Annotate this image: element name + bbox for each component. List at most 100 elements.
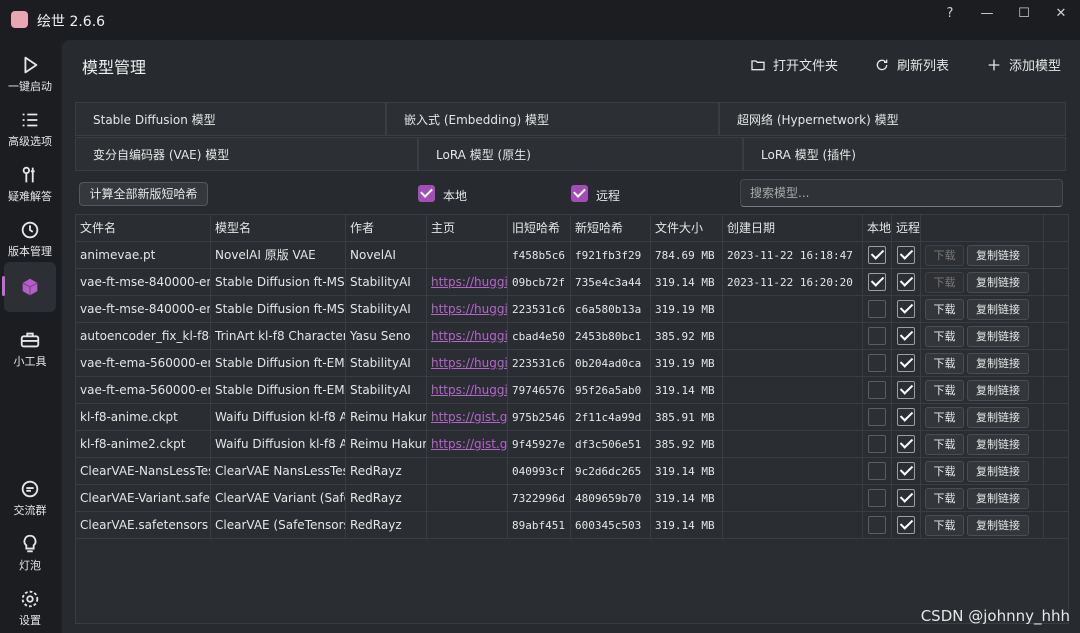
remote-checkbox[interactable] bbox=[897, 408, 915, 426]
cell-home[interactable]: https://huggingface.co bbox=[427, 323, 508, 350]
col-header[interactable]: 主页 bbox=[427, 215, 508, 242]
remote-checkbox[interactable] bbox=[897, 435, 915, 453]
local-checkbox[interactable] bbox=[868, 462, 886, 480]
nav-version-management[interactable]: 版本管理 bbox=[0, 211, 60, 263]
cell-file: ClearVAE-NansLessTest.safetensors bbox=[76, 458, 211, 485]
cell-home[interactable]: https://gist.github.com bbox=[427, 404, 508, 431]
remote-checkbox[interactable] bbox=[897, 462, 915, 480]
remote-checkbox[interactable] bbox=[897, 489, 915, 507]
copy-link-button[interactable]: 复制链接 bbox=[967, 245, 1029, 266]
cell-file: kl-f8-anime2.ckpt bbox=[76, 431, 211, 458]
remote-checkbox[interactable] bbox=[897, 354, 915, 372]
download-button[interactable]: 下载 bbox=[925, 299, 964, 320]
copy-link-button[interactable]: 复制链接 bbox=[967, 515, 1029, 536]
download-button[interactable]: 下载 bbox=[925, 326, 964, 347]
download-button[interactable]: 下载 bbox=[925, 407, 964, 428]
cell-old: 223531c6 bbox=[508, 296, 571, 323]
download-button[interactable]: 下载 bbox=[925, 434, 964, 455]
download-button[interactable]: 下载 bbox=[925, 353, 964, 374]
cell-new: 2f11c4a99d bbox=[571, 404, 651, 431]
cell-home[interactable]: https://huggingface.co bbox=[427, 377, 508, 404]
col-header[interactable]: 文件名 bbox=[76, 215, 211, 242]
nav-troubleshoot[interactable]: 疑难解答 bbox=[0, 156, 60, 208]
copy-link-button[interactable]: 复制链接 bbox=[967, 299, 1029, 320]
col-header[interactable]: 新短哈希 bbox=[571, 215, 651, 242]
cell-home[interactable]: https://gist.github.com bbox=[427, 431, 508, 458]
local-checkbox[interactable] bbox=[868, 327, 886, 345]
local-checkbox[interactable] bbox=[868, 408, 886, 426]
local-checkbox[interactable] bbox=[868, 435, 886, 453]
download-button[interactable]: 下载 bbox=[925, 380, 964, 401]
cell-model: Stable Diffusion ft-EMA VAE bbox=[211, 377, 346, 404]
download-button[interactable]: 下载 bbox=[925, 515, 964, 536]
tab-lora-native[interactable]: LoRA 模型 (原生) bbox=[418, 137, 743, 171]
nav-tools[interactable]: 小工具 bbox=[0, 321, 60, 373]
cell-local bbox=[863, 269, 892, 296]
close-button[interactable]: ✕ bbox=[1046, 4, 1076, 24]
history-icon bbox=[21, 221, 39, 239]
search-input[interactable] bbox=[740, 179, 1063, 207]
remote-checkbox[interactable] bbox=[897, 273, 915, 291]
col-header[interactable]: 模型名 bbox=[211, 215, 346, 242]
cell-local bbox=[863, 242, 892, 269]
cell-home[interactable]: https://huggingface.co bbox=[427, 350, 508, 377]
tab-vae[interactable]: 变分自编码器 (VAE) 模型 bbox=[75, 137, 418, 171]
add-model-button[interactable]: 添加模型 bbox=[986, 55, 1061, 74]
col-header[interactable]: 旧短哈希 bbox=[508, 215, 571, 242]
copy-link-button[interactable]: 复制链接 bbox=[967, 407, 1029, 428]
nav-quick-launch[interactable]: 一键启动 bbox=[0, 46, 60, 98]
tab-hypernetwork[interactable]: 超网络 (Hypernetwork) 模型 bbox=[719, 102, 1066, 136]
copy-link-button[interactable]: 复制链接 bbox=[967, 353, 1029, 374]
cell-home[interactable]: https://huggingface.co bbox=[427, 269, 508, 296]
col-header[interactable]: 本地 bbox=[863, 215, 892, 242]
compute-hash-button[interactable]: 计算全部新版短哈希 bbox=[79, 182, 208, 206]
maximize-button[interactable]: ☐ bbox=[1009, 4, 1039, 24]
tools-icon bbox=[22, 166, 35, 183]
copy-link-button[interactable]: 复制链接 bbox=[967, 272, 1029, 293]
remote-checkbox[interactable] bbox=[897, 300, 915, 318]
local-checkbox[interactable] bbox=[868, 300, 886, 318]
cell-size: 784.69 MB bbox=[651, 242, 723, 269]
col-header[interactable]: 远程 bbox=[892, 215, 921, 242]
remote-checkbox[interactable] bbox=[571, 185, 588, 202]
remote-checkbox[interactable] bbox=[897, 381, 915, 399]
copy-link-button[interactable]: 复制链接 bbox=[967, 380, 1029, 401]
minimize-button[interactable]: — bbox=[972, 4, 1002, 24]
local-checkbox[interactable] bbox=[868, 246, 886, 264]
remote-checkbox[interactable] bbox=[897, 246, 915, 264]
local-checkbox[interactable] bbox=[868, 516, 886, 534]
cell-home[interactable]: https://huggingface.co bbox=[427, 296, 508, 323]
download-button[interactable]: 下载 bbox=[925, 272, 964, 293]
download-button[interactable]: 下载 bbox=[925, 461, 964, 482]
col-header[interactable]: 创建日期 bbox=[723, 215, 863, 242]
copy-link-button[interactable]: 复制链接 bbox=[967, 461, 1029, 482]
cell-new: 4809659b70 bbox=[571, 485, 651, 512]
nav-settings[interactable]: 设置 bbox=[0, 580, 60, 632]
local-checkbox[interactable] bbox=[868, 354, 886, 372]
copy-link-button[interactable]: 复制链接 bbox=[967, 488, 1029, 509]
open-folder-button[interactable]: 打开文件夹 bbox=[750, 55, 838, 74]
nav-bulb[interactable]: 灯泡 bbox=[0, 525, 60, 577]
remote-checkbox[interactable] bbox=[897, 516, 915, 534]
cell-new: df3c506e51 bbox=[571, 431, 651, 458]
copy-link-button[interactable]: 复制链接 bbox=[967, 326, 1029, 347]
col-header[interactable]: 文件大小 bbox=[651, 215, 723, 242]
local-checkbox[interactable] bbox=[868, 273, 886, 291]
copy-link-button[interactable]: 复制链接 bbox=[967, 434, 1029, 455]
col-header[interactable]: 作者 bbox=[346, 215, 427, 242]
refresh-list-button[interactable]: 刷新列表 bbox=[874, 55, 949, 74]
download-button[interactable]: 下载 bbox=[925, 245, 964, 266]
tab-stable-diffusion[interactable]: Stable Diffusion 模型 bbox=[75, 102, 386, 136]
local-checkbox[interactable] bbox=[868, 489, 886, 507]
tab-lora-plugin[interactable]: LoRA 模型 (插件) bbox=[743, 137, 1066, 171]
local-checkbox[interactable] bbox=[868, 381, 886, 399]
remote-checkbox[interactable] bbox=[897, 327, 915, 345]
download-button[interactable]: 下载 bbox=[925, 488, 964, 509]
tab-embedding[interactable]: 嵌入式 (Embedding) 模型 bbox=[386, 102, 719, 136]
nav-advanced-options[interactable]: 高级选项 bbox=[0, 101, 60, 153]
nav-model-management[interactable] bbox=[2, 262, 56, 312]
help-button[interactable]: ? bbox=[935, 4, 965, 24]
local-checkbox[interactable] bbox=[418, 185, 435, 202]
cell-size: 319.14 MB bbox=[651, 377, 723, 404]
nav-community[interactable]: 交流群 bbox=[0, 470, 60, 522]
